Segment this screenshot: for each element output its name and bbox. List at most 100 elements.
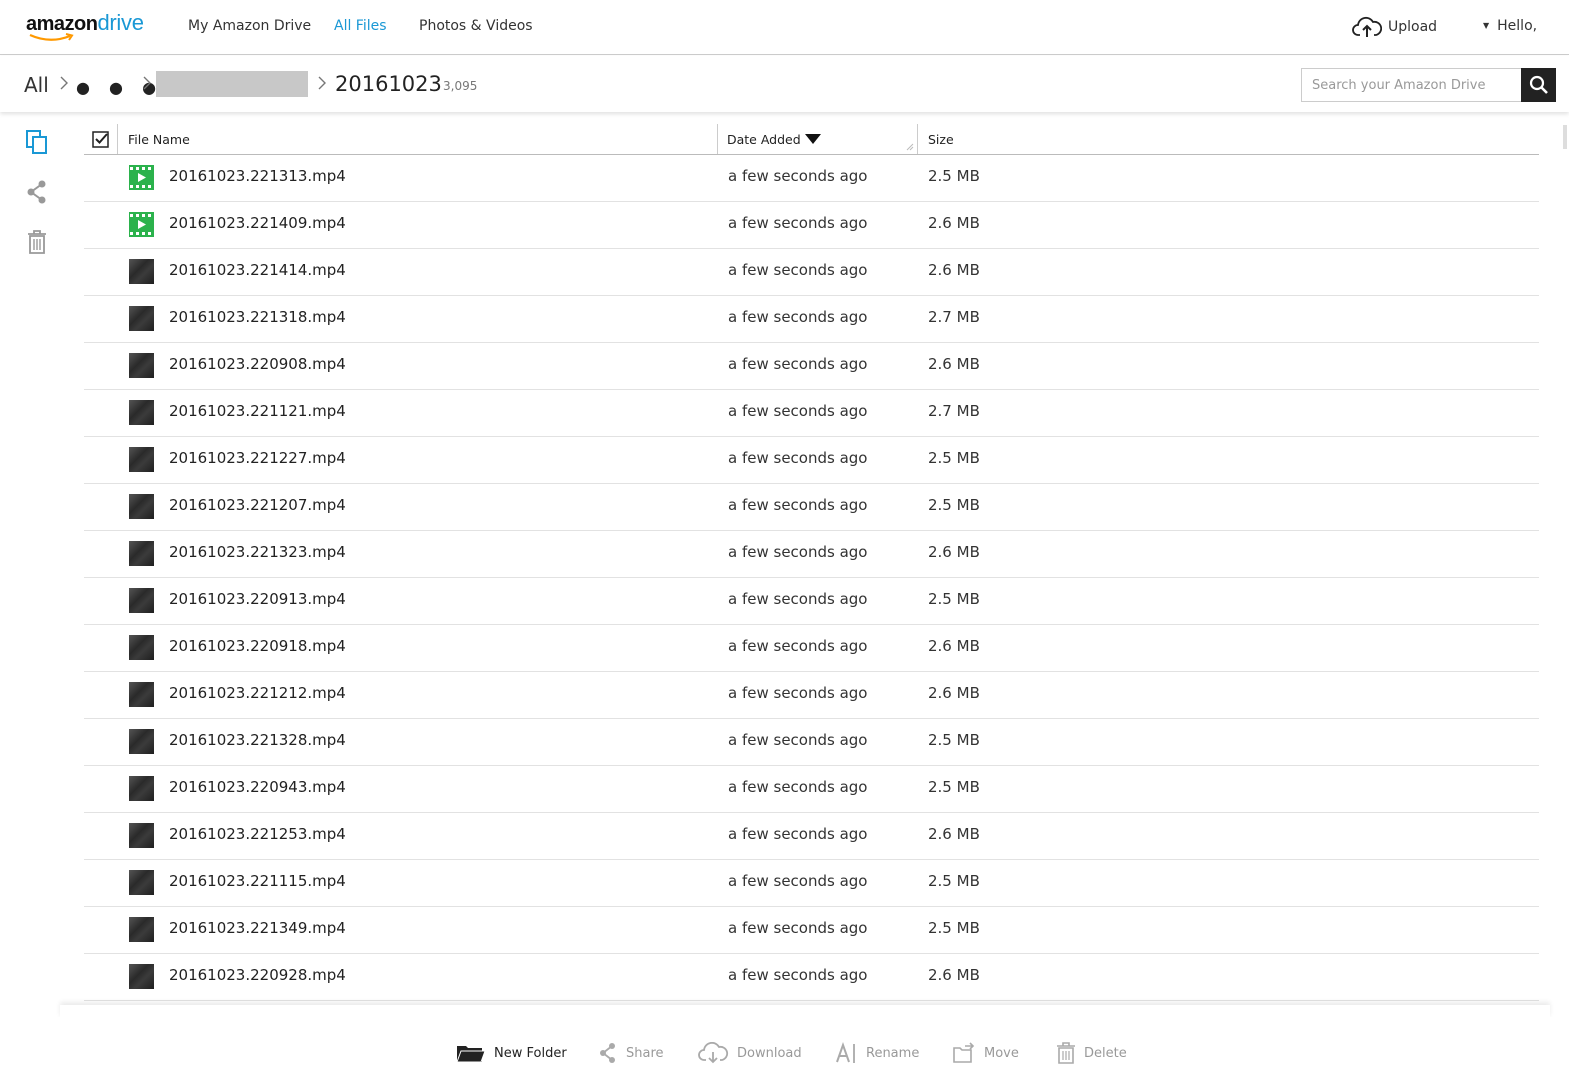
breadcrumb: All ● ● ● 20161023 3,095 <box>0 56 1569 112</box>
share-icon <box>600 1043 615 1063</box>
table-row[interactable]: 20161023.220913.mp4 a few seconds ago 2.5 … <box>84 578 1539 625</box>
table-row[interactable]: 20161023.221409.mp4 a few seconds ago 2.6 … <box>84 202 1539 249</box>
file-name[interactable]: 20161023.221414.mp4 <box>169 261 346 279</box>
breadcrumb-root[interactable]: All <box>24 73 49 97</box>
file-name[interactable]: 20161023.221318.mp4 <box>169 308 346 326</box>
table-row[interactable]: 20161023.220918.mp4 a few seconds ago 2.6 … <box>84 625 1539 672</box>
search-icon <box>1529 75 1548 94</box>
share-icon <box>27 180 46 204</box>
file-date-added: a few seconds ago <box>728 684 868 702</box>
file-size: 2.6 MB <box>928 355 980 373</box>
file-name[interactable]: 20161023.221253.mp4 <box>169 825 346 843</box>
cloud-download-icon <box>698 1042 729 1064</box>
file-date-added: a few seconds ago <box>728 872 868 890</box>
search-input[interactable] <box>1301 68 1522 102</box>
file-name[interactable]: 20161023.221409.mp4 <box>169 214 346 232</box>
file-date-added: a few seconds ago <box>728 637 868 655</box>
column-header-date-added[interactable]: Date Added <box>727 124 821 154</box>
file-name[interactable]: 20161023.221349.mp4 <box>169 919 346 937</box>
file-size: 2.5 MB <box>928 731 980 749</box>
select-mode-button[interactable] <box>24 128 50 156</box>
breadcrumb-redacted-folder[interactable] <box>156 71 308 97</box>
nav-all-files[interactable]: All Files <box>334 18 387 34</box>
file-name[interactable]: 20161023.220908.mp4 <box>169 355 346 373</box>
file-name[interactable]: 20161023.221115.mp4 <box>169 872 346 890</box>
file-size: 2.6 MB <box>928 825 980 843</box>
table-row[interactable]: 20161023.221253.mp4 a few seconds ago 2.6 … <box>84 813 1539 860</box>
video-thumbnail <box>129 353 154 378</box>
video-thumbnail <box>129 635 154 660</box>
table-row[interactable]: 20161023.221212.mp4 a few seconds ago 2.6 … <box>84 672 1539 719</box>
file-date-added: a few seconds ago <box>728 543 868 561</box>
file-name[interactable]: 20161023.220913.mp4 <box>169 590 346 608</box>
download-button[interactable]: Download <box>697 1041 802 1065</box>
table-row[interactable]: 20161023.221328.mp4 a few seconds ago 2.5 … <box>84 719 1539 766</box>
table-row[interactable]: 20161023.221323.mp4 a few seconds ago 2.6 … <box>84 531 1539 578</box>
file-name[interactable]: 20161023.221328.mp4 <box>169 731 346 749</box>
amazon-drive-logo[interactable]: amazondrive <box>26 10 144 42</box>
file-size: 2.6 MB <box>928 966 980 984</box>
share-button[interactable]: Share <box>598 1041 664 1065</box>
file-name[interactable]: 20161023.221212.mp4 <box>169 684 346 702</box>
vertical-scrollbar[interactable] <box>1560 125 1569 1015</box>
video-thumbnail <box>129 588 154 613</box>
table-row[interactable]: 20161023.221115.mp4 a few seconds ago 2.5 … <box>84 860 1539 907</box>
video-icon <box>129 212 154 237</box>
share-tool-button[interactable] <box>24 178 50 206</box>
table-row[interactable]: 20161023.220928.mp4 a few seconds ago 2.6 … <box>84 954 1539 1001</box>
file-size: 2.5 MB <box>928 590 980 608</box>
delete-button[interactable]: Delete <box>1056 1041 1127 1065</box>
column-divider[interactable] <box>717 124 718 154</box>
video-thumbnail <box>129 494 154 519</box>
file-size: 2.6 MB <box>928 543 980 561</box>
file-name[interactable]: 20161023.220943.mp4 <box>169 778 346 796</box>
rename-button[interactable]: Rename <box>836 1041 919 1065</box>
file-size: 2.5 MB <box>928 872 980 890</box>
file-name[interactable]: 20161023.221207.mp4 <box>169 496 346 514</box>
table-row[interactable]: 20161023.221313.mp4 a few seconds ago 2.5 … <box>84 155 1539 202</box>
video-thumbnail <box>129 917 154 942</box>
video-thumbnail <box>129 729 154 754</box>
file-name[interactable]: 20161023.221323.mp4 <box>169 543 346 561</box>
video-thumbnail <box>129 259 154 284</box>
column-header-date-label: Date Added <box>727 131 801 147</box>
file-name[interactable]: 20161023.221313.mp4 <box>169 167 346 185</box>
table-row[interactable]: 20161023.221349.mp4 a few seconds ago 2.5 … <box>84 907 1539 954</box>
nav-photos-videos[interactable]: Photos & Videos <box>419 18 533 34</box>
file-name[interactable]: 20161023.221227.mp4 <box>169 449 346 467</box>
search-button[interactable] <box>1521 68 1556 102</box>
share-label: Share <box>626 1045 664 1061</box>
upload-button[interactable]: Upload <box>1352 16 1437 38</box>
file-name[interactable]: 20161023.220918.mp4 <box>169 637 346 655</box>
file-date-added: a few seconds ago <box>728 590 868 608</box>
column-divider[interactable] <box>917 124 918 154</box>
trash-tool-button[interactable] <box>24 228 50 256</box>
table-row[interactable]: 20161023.221227.mp4 a few seconds ago 2.5 … <box>84 437 1539 484</box>
table-row[interactable]: 20161023.220943.mp4 a few seconds ago 2.5 … <box>84 766 1539 813</box>
file-date-added: a few seconds ago <box>728 449 868 467</box>
file-name[interactable]: 20161023.221121.mp4 <box>169 402 346 420</box>
play-icon <box>130 214 151 235</box>
table-row[interactable]: 20161023.220908.mp4 a few seconds ago 2.6 … <box>84 343 1539 390</box>
column-header-size[interactable]: Size <box>928 124 954 154</box>
column-header-file-name[interactable]: File Name <box>128 124 190 154</box>
move-button[interactable]: Move <box>952 1041 1019 1065</box>
play-icon <box>130 167 151 188</box>
video-thumbnail <box>129 823 154 848</box>
account-menu[interactable]: ▼ Hello, <box>1483 18 1537 34</box>
table-row[interactable]: 20161023.221318.mp4 a few seconds ago 2.7 … <box>84 296 1539 343</box>
new-folder-button[interactable]: New Folder <box>456 1041 567 1065</box>
table-row[interactable]: 20161023.221414.mp4 a few seconds ago 2.6 … <box>84 249 1539 296</box>
item-count: 3,095 <box>443 79 478 93</box>
resize-grip-icon[interactable] <box>906 143 914 151</box>
table-row[interactable]: 20161023.221207.mp4 a few seconds ago 2.5 … <box>84 484 1539 531</box>
select-all-checkbox[interactable] <box>92 131 109 148</box>
breadcrumb-current: 20161023 <box>335 72 442 96</box>
top-nav: amazondrive My Amazon Drive All Files Ph… <box>0 0 1569 55</box>
table-row[interactable]: 20161023.221121.mp4 a few seconds ago 2.7 … <box>84 390 1539 437</box>
file-name[interactable]: 20161023.220928.mp4 <box>169 966 346 984</box>
file-size: 2.5 MB <box>928 919 980 937</box>
nav-my-amazon-drive[interactable]: My Amazon Drive <box>188 18 311 34</box>
scrollbar-thumb[interactable] <box>1563 125 1567 149</box>
rename-icon <box>836 1042 855 1063</box>
